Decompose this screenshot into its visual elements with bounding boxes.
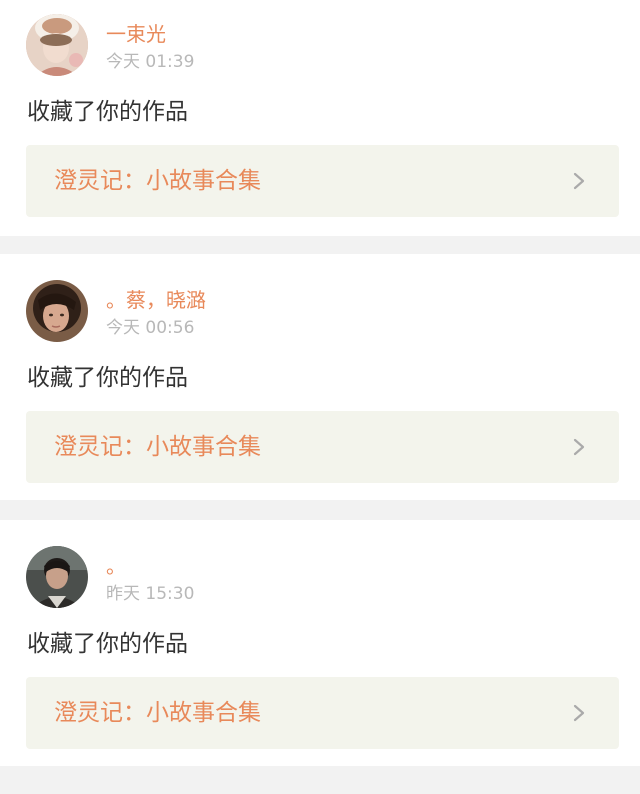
notification-card: 一束光 今天 01:39 收藏了你的作品 澄灵记：小故事合集	[0, 0, 640, 236]
user-avatar[interactable]	[26, 280, 88, 342]
chevron-right-icon	[569, 171, 589, 191]
work-title: 澄灵记：小故事合集	[54, 700, 261, 726]
user-avatar[interactable]	[26, 546, 88, 608]
action-text: 收藏了你的作品	[27, 631, 188, 657]
work-link[interactable]: 澄灵记：小故事合集	[26, 145, 619, 217]
user-avatar[interactable]	[26, 14, 88, 76]
chevron-right-icon	[569, 437, 589, 457]
timestamp: 今天 01:39	[106, 52, 195, 72]
avatar-icon	[26, 14, 88, 76]
work-title: 澄灵记：小故事合集	[54, 168, 261, 194]
notification-card: 。蔡，晓潞 今天 00:56 收藏了你的作品 澄灵记：小故事合集	[0, 254, 640, 500]
timestamp: 昨天 15:30	[106, 584, 195, 604]
username[interactable]: 。蔡，晓潞	[106, 288, 206, 312]
avatar-icon	[26, 280, 88, 342]
username[interactable]: 一束光	[106, 22, 166, 46]
work-link[interactable]: 澄灵记：小故事合集	[26, 677, 619, 749]
action-text: 收藏了你的作品	[27, 365, 188, 391]
username[interactable]: 。	[106, 554, 126, 578]
action-text: 收藏了你的作品	[27, 99, 188, 125]
work-title: 澄灵记：小故事合集	[54, 434, 261, 460]
notification-card: 。 昨天 15:30 收藏了你的作品 澄灵记：小故事合集	[0, 520, 640, 766]
timestamp: 今天 00:56	[106, 318, 195, 338]
notification-feed: 一束光 今天 01:39 收藏了你的作品 澄灵记：小故事合集 。蔡，晓潞 今天 …	[0, 0, 640, 794]
chevron-right-icon	[569, 703, 589, 723]
work-link[interactable]: 澄灵记：小故事合集	[26, 411, 619, 483]
avatar-icon	[26, 546, 88, 608]
